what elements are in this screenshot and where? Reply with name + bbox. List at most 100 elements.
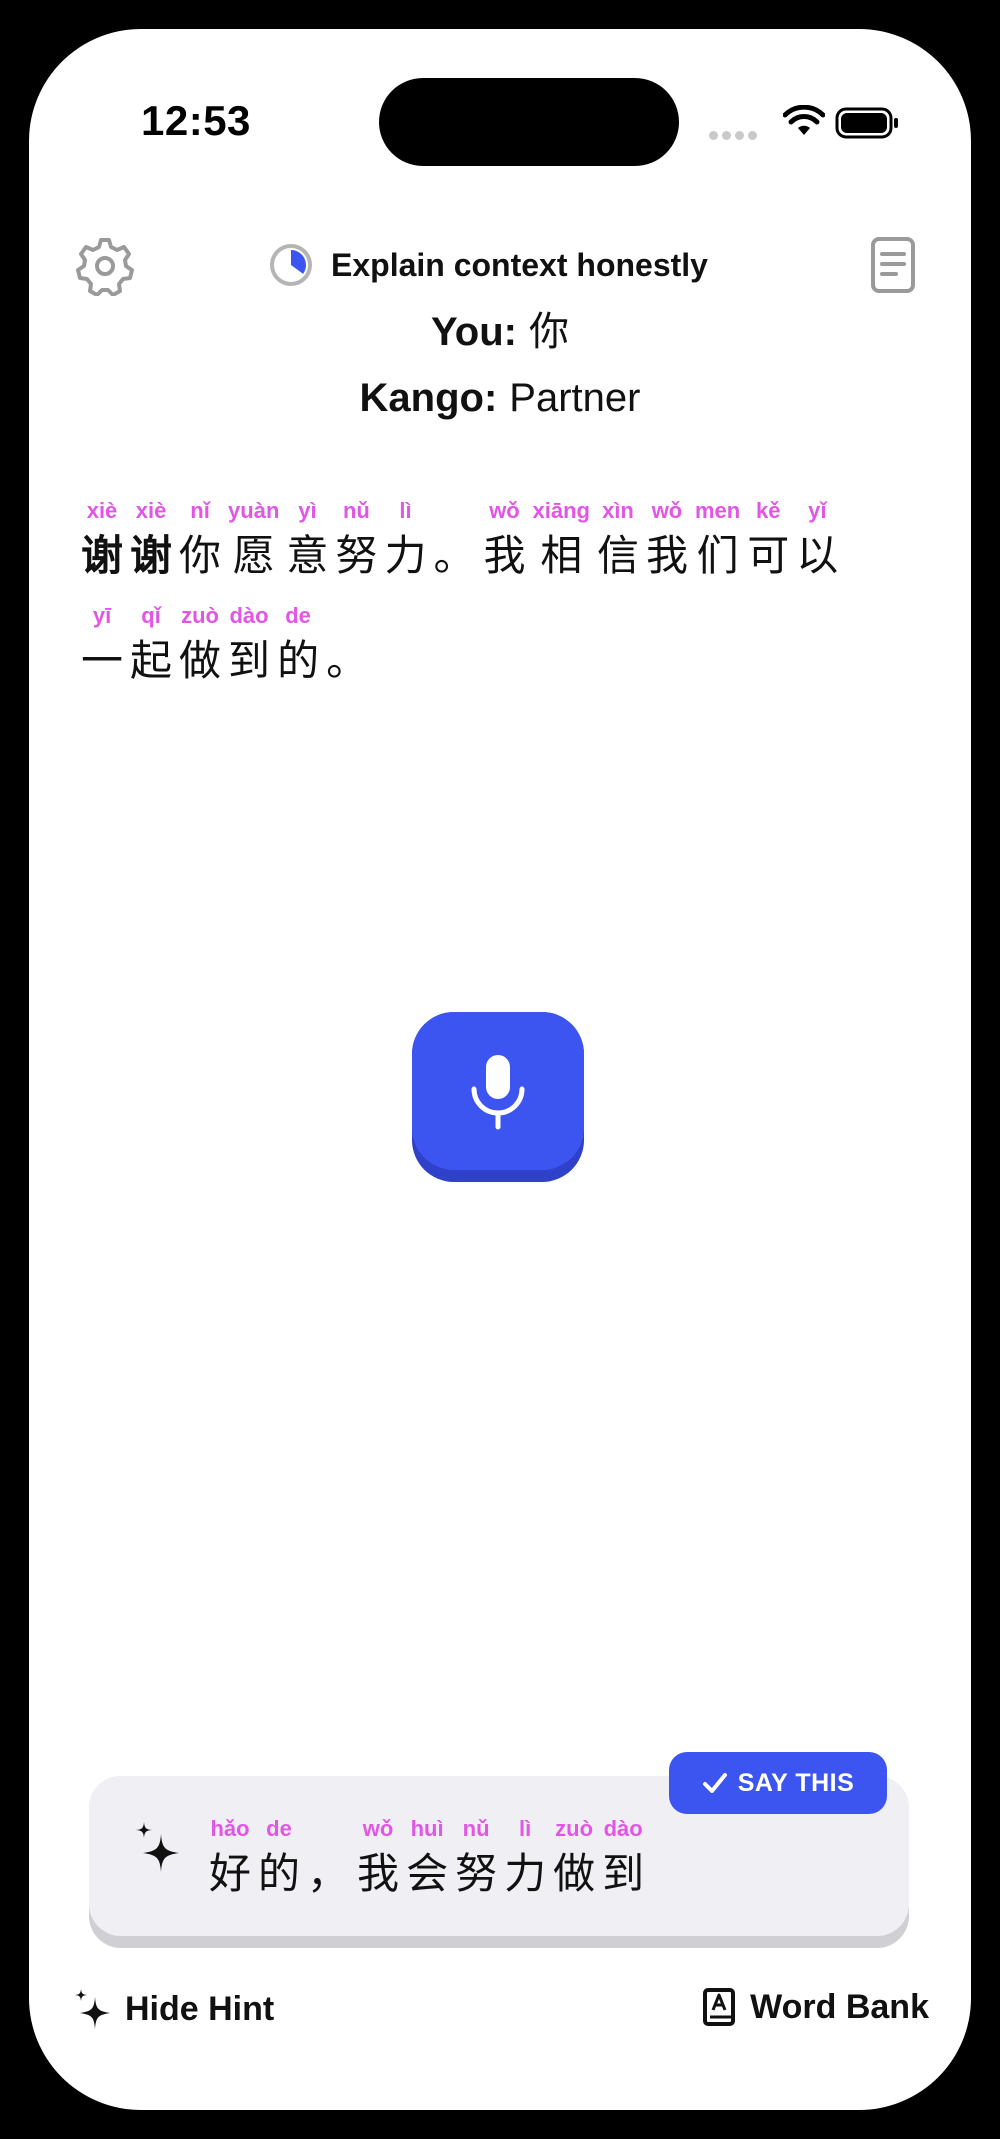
pinyin: dào	[229, 603, 269, 628]
status-time: 12:53	[141, 97, 251, 144]
word-token[interactable]: wǒ 我	[646, 494, 688, 584]
punctuation: 。	[326, 636, 369, 685]
word-token[interactable]: yǐ 以	[796, 494, 838, 584]
dynamic-island	[379, 78, 679, 166]
word-token[interactable]: xìn 信	[597, 494, 639, 584]
word-token[interactable]: nǔ 努	[335, 494, 377, 584]
scenario-goal: Explain context honestly	[269, 240, 708, 290]
word-token[interactable]: zuò 做	[179, 599, 221, 689]
word-token[interactable]: wǒ 我	[357, 1812, 399, 1902]
word-token[interactable]: men 们	[695, 494, 740, 584]
word-token[interactable]: nǔ 努	[455, 1812, 497, 1902]
word-token[interactable]: xiè 谢	[130, 494, 172, 584]
word-token[interactable]: kě 可	[747, 494, 789, 584]
word-token[interactable]: yì 意	[286, 494, 328, 584]
top-bar: Explain context honestly	[29, 224, 971, 304]
pinyin: zuò	[555, 1816, 594, 1841]
pinyin: nǔ	[342, 498, 370, 523]
hanzi: 力	[504, 1849, 547, 1898]
punctuation: ，	[307, 1849, 350, 1898]
cellular-signal-icon	[709, 127, 761, 145]
pinyin: de	[285, 603, 311, 628]
word-token[interactable]: lì 力	[504, 1812, 546, 1902]
pinyin: de	[266, 1816, 292, 1841]
hanzi: 做	[553, 1849, 596, 1898]
microphone-icon	[471, 1055, 525, 1130]
status-icons	[709, 99, 929, 149]
pinyin: xiè	[135, 498, 167, 523]
say-this-button[interactable]: SAY THIS	[669, 1752, 887, 1814]
settings-gear-icon[interactable]	[75, 236, 135, 296]
transcript-icon[interactable]	[870, 236, 916, 294]
pinyin: yì	[298, 498, 317, 523]
hanzi: 一	[81, 636, 124, 685]
pinyin: nǐ	[190, 498, 210, 523]
book-icon	[703, 1988, 736, 2026]
word-token[interactable]: wǒ 我	[483, 494, 525, 584]
pinyin: nǔ	[462, 1816, 490, 1841]
hide-hint-button[interactable]: Hide Hint	[73, 1987, 274, 2031]
hanzi: 的	[258, 1849, 301, 1898]
word-token[interactable]: yī 一	[81, 599, 123, 689]
pinyin: qǐ	[141, 603, 161, 628]
word-token[interactable]: yuàn 愿	[228, 494, 279, 584]
hanzi: 我	[483, 531, 526, 580]
hanzi: 意	[286, 531, 329, 580]
word-token[interactable]: nǐ 你	[179, 494, 221, 584]
hanzi: 可	[747, 531, 790, 580]
hanzi: 努	[455, 1849, 498, 1898]
progress-pie-icon	[270, 244, 312, 286]
sparkle-icon	[136, 1822, 179, 1872]
word-token[interactable]: hǎo 好	[209, 1812, 251, 1902]
hanzi: 你	[179, 531, 222, 580]
word-token[interactable]: huì 会	[406, 1812, 448, 1902]
pinyin: hǎo	[210, 1816, 250, 1841]
word-token[interactable]: de 的	[277, 599, 319, 689]
pinyin: yī	[92, 603, 112, 628]
hanzi: 信	[596, 531, 639, 580]
hanzi: 做	[179, 636, 222, 685]
hanzi: 们	[696, 531, 739, 580]
pinyin: xìn	[602, 498, 634, 523]
pinyin: yǐ	[808, 498, 827, 523]
hanzi: 我	[645, 531, 688, 580]
pinyin: zuò	[181, 603, 219, 628]
microphone-button-face	[412, 1012, 584, 1170]
battery-icon	[835, 107, 898, 139]
microphone-button[interactable]	[412, 1012, 584, 1182]
sparkle-icon	[75, 1989, 110, 2029]
message-line: xiè 谢 xiè 谢 nǐ 你 yuàn 愿 yì 意 nǔ 努 lì 力。 wǒ 我 xiāng 相 xìn 信 w…	[81, 479, 931, 584]
pinyin: lì	[518, 1816, 532, 1841]
hanzi: 努	[335, 531, 378, 580]
goal-text: Explain context honestly	[331, 246, 708, 283]
role-you: You: 你	[431, 310, 569, 354]
hanzi: 我	[357, 1849, 400, 1898]
hanzi: 力	[384, 531, 427, 580]
pinyin: xiè	[86, 498, 118, 523]
word-token[interactable]: dào 到	[228, 599, 270, 689]
hanzi: 起	[130, 636, 173, 685]
word-token[interactable]: xiè 谢	[81, 494, 123, 584]
pinyin: men	[694, 498, 741, 523]
pinyin: kě	[756, 498, 781, 523]
word-token[interactable]: qǐ 起	[130, 599, 172, 689]
hanzi: 好	[209, 1849, 252, 1898]
word-token[interactable]: dào 到	[602, 1812, 644, 1902]
hanzi: 以	[796, 531, 839, 580]
word-token[interactable]: lì 力	[384, 494, 426, 584]
pinyin: wǒ	[651, 498, 683, 523]
pinyin: xiāng	[532, 498, 590, 523]
word-token[interactable]: de 的	[258, 1812, 300, 1902]
role-partner: Kango: Partner	[359, 376, 641, 420]
word-token[interactable]: xiāng 相	[532, 494, 589, 584]
role-info: You: 你 Kango: Partner	[29, 299, 971, 431]
word-bank-button[interactable]: Word Bank	[702, 1987, 929, 2027]
pinyin: lì	[399, 498, 412, 523]
hanzi: 相	[540, 531, 583, 580]
pinyin: dào	[603, 1816, 643, 1841]
word-token[interactable]: zuò 做	[553, 1812, 595, 1902]
punctuation: 。	[433, 531, 476, 580]
hanzi: 愿	[232, 531, 275, 580]
pinyin: wǒ	[362, 1816, 394, 1841]
hanzi: 到	[602, 1849, 645, 1898]
